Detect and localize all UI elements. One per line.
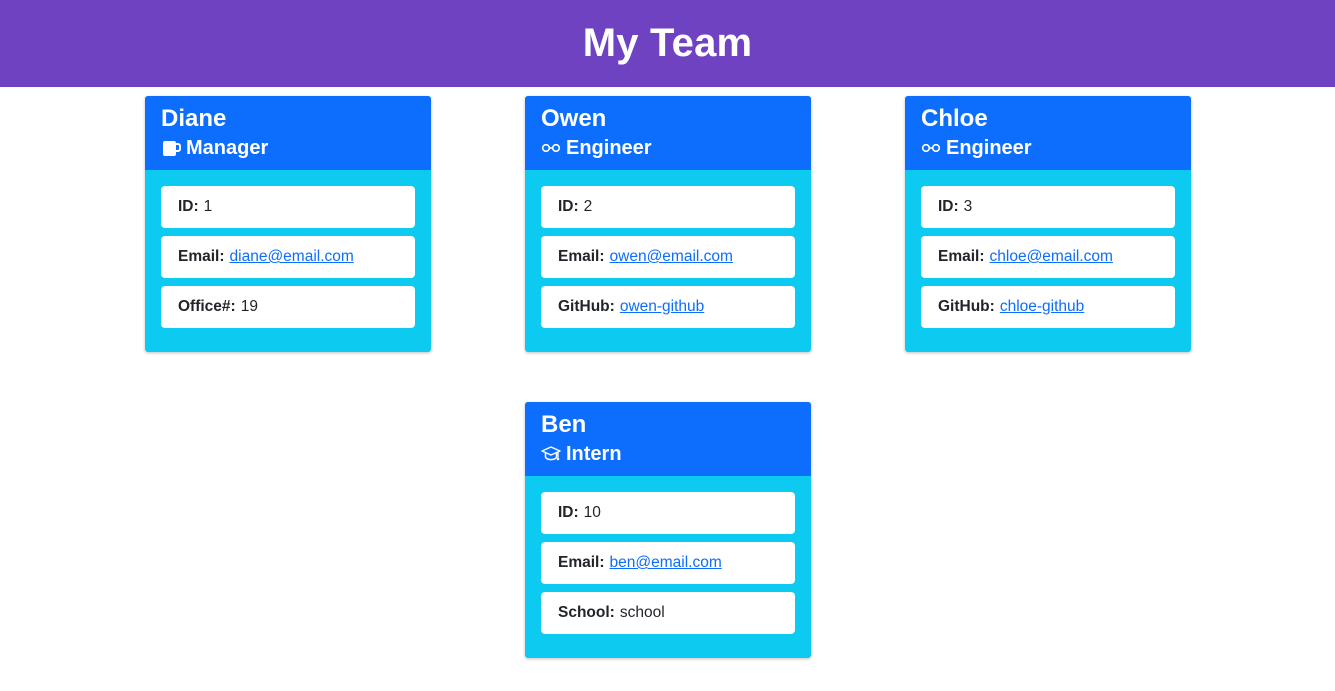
github-label: GitHub: bbox=[938, 298, 995, 315]
card-header: Owen Engineer bbox=[525, 96, 811, 170]
office-label: Office#: bbox=[178, 298, 236, 315]
id-value: 3 bbox=[963, 198, 973, 215]
card-header: Ben Intern bbox=[525, 402, 811, 476]
id-label: ID: bbox=[558, 198, 579, 215]
email-label: Email: bbox=[178, 248, 225, 265]
employee-card-chloe: Chloe Engineer ID: 3 Email: chloe@email.… bbox=[905, 96, 1191, 352]
employee-role: Intern bbox=[541, 443, 795, 465]
role-label: Manager bbox=[186, 137, 269, 159]
email-link[interactable]: owen@email.com bbox=[610, 248, 733, 266]
role-label: Engineer bbox=[566, 137, 652, 159]
id-item: ID: 3 bbox=[921, 186, 1175, 228]
employee-name: Owen bbox=[541, 105, 607, 132]
employee-card-ben: Ben Intern ID: 10 Email: ben@email.com S… bbox=[525, 402, 811, 658]
github-link[interactable]: owen-github bbox=[620, 298, 704, 316]
employee-role: Engineer bbox=[921, 137, 1175, 159]
id-value: 1 bbox=[203, 198, 213, 215]
email-label: Email: bbox=[558, 554, 605, 571]
id-label: ID: bbox=[938, 198, 959, 215]
email-label: Email: bbox=[558, 248, 605, 265]
office-value: 19 bbox=[240, 298, 258, 315]
email-item: Email: owen@email.com bbox=[541, 236, 795, 278]
email-item: Email: diane@email.com bbox=[161, 236, 415, 278]
school-value: school bbox=[619, 604, 665, 621]
email-item: Email: chloe@email.com bbox=[921, 236, 1175, 278]
mug-icon bbox=[161, 139, 181, 157]
card-body: ID: 10 Email: ben@email.com School: scho… bbox=[525, 476, 811, 634]
employee-role: Engineer bbox=[541, 137, 795, 159]
id-label: ID: bbox=[558, 504, 579, 521]
card-body: ID: 1 Email: diane@email.com Office#: 19 bbox=[145, 170, 431, 328]
role-label: Engineer bbox=[946, 137, 1032, 159]
email-item: Email: ben@email.com bbox=[541, 542, 795, 584]
card-body: ID: 2 Email: owen@email.com GitHub: owen… bbox=[525, 170, 811, 328]
email-link[interactable]: chloe@email.com bbox=[990, 248, 1113, 266]
employee-name: Diane bbox=[161, 105, 227, 132]
role-label: Intern bbox=[566, 443, 622, 465]
id-item: ID: 10 bbox=[541, 492, 795, 534]
id-value: 2 bbox=[583, 198, 593, 215]
email-link[interactable]: diane@email.com bbox=[230, 248, 354, 266]
glasses-icon bbox=[921, 139, 941, 157]
email-label: Email: bbox=[938, 248, 985, 265]
github-item: GitHub: chloe-github bbox=[921, 286, 1175, 328]
id-item: ID: 1 bbox=[161, 186, 415, 228]
school-item: School: school bbox=[541, 592, 795, 634]
github-label: GitHub: bbox=[558, 298, 615, 315]
glasses-icon bbox=[541, 139, 561, 157]
graduation-cap-icon bbox=[541, 445, 561, 463]
office-item: Office#: 19 bbox=[161, 286, 415, 328]
id-value: 10 bbox=[583, 504, 601, 521]
employee-name: Ben bbox=[541, 411, 587, 438]
github-item: GitHub: owen-github bbox=[541, 286, 795, 328]
page-header: My Team bbox=[0, 0, 1335, 87]
id-item: ID: 2 bbox=[541, 186, 795, 228]
id-label: ID: bbox=[178, 198, 199, 215]
employee-card-owen: Owen Engineer ID: 2 Email: owen@email.co… bbox=[525, 96, 811, 352]
employee-role: Manager bbox=[161, 137, 415, 159]
github-link[interactable]: chloe-github bbox=[1000, 298, 1084, 316]
employee-card-diane: Diane Manager ID: 1 Email: diane@email.c… bbox=[145, 96, 431, 352]
card-header: Chloe Engineer bbox=[905, 96, 1191, 170]
school-label: School: bbox=[558, 604, 615, 621]
card-header: Diane Manager bbox=[145, 96, 431, 170]
email-link[interactable]: ben@email.com bbox=[610, 554, 722, 572]
card-body: ID: 3 Email: chloe@email.com GitHub: chl… bbox=[905, 170, 1191, 328]
employee-name: Chloe bbox=[921, 105, 988, 132]
page-title: My Team bbox=[582, 21, 753, 65]
